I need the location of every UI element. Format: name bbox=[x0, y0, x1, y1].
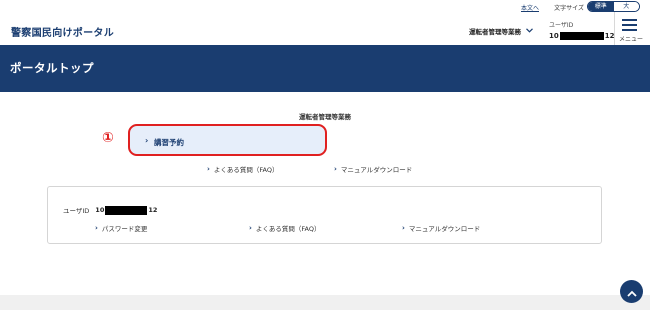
page-top-button[interactable] bbox=[620, 280, 643, 303]
manual-download-link[interactable]: › マニュアルダウンロード bbox=[334, 164, 412, 174]
menu-button[interactable]: メニュー bbox=[614, 12, 650, 46]
card-faq-label: よくある質問（FAQ） bbox=[255, 225, 321, 233]
card-user-id-label: ユーザID bbox=[63, 207, 90, 215]
chevron-right-icon: › bbox=[402, 224, 405, 232]
font-size-label: 文字サイズ bbox=[554, 5, 584, 12]
user-id-prefix: 10 bbox=[549, 32, 559, 40]
card-user-id-row: ユーザID 10 12 bbox=[63, 205, 157, 215]
footer-band bbox=[0, 295, 650, 310]
header-user-info: ユーザID 10 12 bbox=[549, 20, 615, 40]
faq-link-label: よくある質問（FAQ） bbox=[213, 166, 279, 174]
skip-to-main-link[interactable]: 本文へ bbox=[521, 3, 539, 12]
card-manual-download-label: マニュアルダウンロード bbox=[408, 225, 481, 233]
chevron-right-icon: › bbox=[95, 224, 98, 232]
font-size-toggle: 標準 大 bbox=[587, 1, 640, 12]
site-title[interactable]: 警察国民向けポータル bbox=[11, 24, 114, 39]
annotation-number: ① bbox=[102, 130, 114, 146]
card-user-id-suffix: 12 bbox=[148, 206, 158, 214]
redaction-block bbox=[559, 32, 604, 40]
card-user-id-prefix: 10 bbox=[95, 206, 105, 214]
password-change-label: パスワード変更 bbox=[101, 225, 148, 233]
password-change-link[interactable]: › パスワード変更 bbox=[95, 223, 147, 233]
arrow-up-icon bbox=[626, 282, 637, 301]
card-faq-link[interactable]: › よくある質問（FAQ） bbox=[249, 223, 320, 233]
manual-download-link-label: マニュアルダウンロード bbox=[340, 166, 413, 174]
chevron-right-icon: › bbox=[249, 224, 252, 232]
chevron-right-icon: › bbox=[145, 136, 149, 145]
font-size-large-button[interactable]: 大 bbox=[613, 2, 639, 11]
page-banner: ポータルトップ bbox=[0, 45, 650, 92]
hamburger-icon bbox=[622, 19, 637, 31]
page-title: ポータルトップ bbox=[10, 61, 94, 75]
user-id-label: ユーザID bbox=[549, 22, 574, 29]
department-label: 運転者管理等業務 bbox=[469, 28, 521, 36]
faq-link[interactable]: › よくある質問（FAQ） bbox=[207, 164, 278, 174]
chevron-down-icon bbox=[526, 27, 533, 35]
user-id-value: 10 12 bbox=[549, 32, 615, 40]
chevron-right-icon: › bbox=[207, 165, 210, 173]
menu-label: メニュー bbox=[618, 36, 643, 43]
course-reservation-button[interactable]: › 講習予約 bbox=[128, 124, 327, 156]
card-user-id-value: 10 12 bbox=[95, 205, 158, 215]
font-size-standard-button[interactable]: 標準 bbox=[588, 2, 614, 11]
card-manual-download-link[interactable]: › マニュアルダウンロード bbox=[402, 223, 480, 233]
redaction-block bbox=[105, 205, 148, 215]
chevron-right-icon: › bbox=[334, 165, 337, 173]
user-card: ユーザID 10 12 › パスワード変更 › よくある質問（FAQ） › マニ… bbox=[47, 186, 602, 244]
department-dropdown[interactable]: 運転者管理等業務 bbox=[469, 26, 533, 36]
section-heading: 運転者管理等業務 bbox=[299, 113, 351, 121]
course-reservation-label: 講習予約 bbox=[154, 138, 184, 147]
